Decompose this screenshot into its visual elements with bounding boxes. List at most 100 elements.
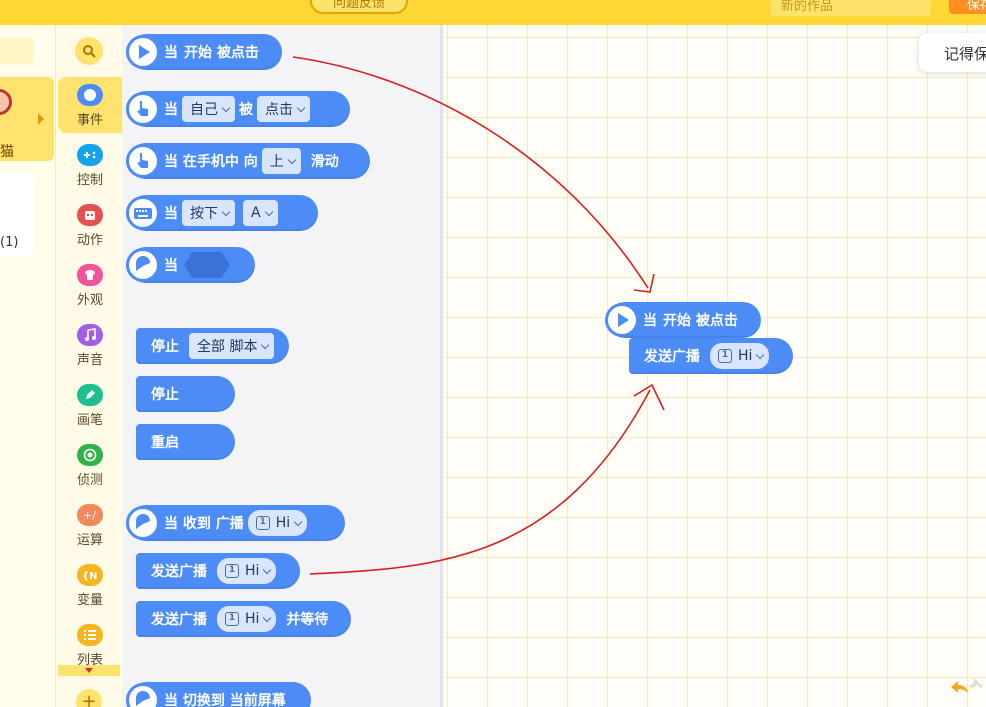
sprite-search-input[interactable] bbox=[0, 38, 34, 64]
feedback-button[interactable]: 问题反馈 bbox=[310, 0, 408, 14]
category-operators[interactable]: +/ 运算 bbox=[58, 497, 122, 553]
keyboard-icon bbox=[126, 196, 160, 230]
sprite-list-box[interactable]: (1) bbox=[0, 173, 34, 257]
add-extension-button[interactable]: + bbox=[76, 689, 102, 707]
block-text: 当 bbox=[164, 102, 178, 118]
category-label: 运算 bbox=[76, 533, 103, 548]
block-text: 当 bbox=[643, 313, 657, 329]
swipe-direction-dropdown[interactable]: 上 bbox=[261, 148, 301, 174]
save-reminder-toast: 记得保存 bbox=[919, 33, 986, 72]
category-label: 动作 bbox=[76, 233, 103, 248]
category-label: 控制 bbox=[76, 173, 103, 188]
script-when-start-clicked[interactable]: 当开始 被点击 bbox=[605, 302, 761, 338]
sprite-avatar bbox=[0, 89, 12, 115]
message-dropdown[interactable]: 1 Hi bbox=[217, 606, 277, 632]
search-icon bbox=[83, 45, 96, 58]
play-icon bbox=[605, 303, 639, 337]
block-text: 开始 被点击 bbox=[184, 45, 259, 61]
broadcast-icon bbox=[126, 683, 160, 707]
chevron-down-icon bbox=[296, 103, 306, 112]
chevron-down-icon bbox=[263, 565, 272, 574]
message-dropdown[interactable]: 1 Hi bbox=[217, 558, 277, 584]
category-label: 变量 bbox=[76, 593, 103, 608]
chevron-down-icon bbox=[293, 517, 303, 526]
play-icon bbox=[126, 35, 160, 69]
block-broadcast[interactable]: 发送广播 1 Hi bbox=[136, 553, 300, 589]
message-icon: 1 bbox=[255, 516, 270, 530]
block-text: 停止 bbox=[151, 387, 179, 403]
block-restart[interactable]: 重启 bbox=[136, 424, 235, 460]
chevron-down-icon bbox=[287, 155, 296, 164]
script-broadcast[interactable]: 发送广播 1 Hi bbox=[629, 338, 793, 374]
block-when-screen-switch[interactable]: 当 切换到 当前屏幕 bbox=[126, 682, 311, 707]
click-action-dropdown[interactable]: 点击 bbox=[257, 96, 310, 122]
block-text: 当 收到 广播 bbox=[164, 516, 244, 532]
motion-icon bbox=[77, 204, 103, 226]
block-when-sprite-clicked[interactable]: 当 自己 被 点击 bbox=[126, 91, 350, 127]
dropdown-value: 全部 脚本 bbox=[197, 339, 258, 355]
sprite-name: 猫 bbox=[0, 144, 14, 160]
block-stop-all[interactable]: 停止 全部 脚本 bbox=[136, 328, 289, 364]
key-state-dropdown[interactable]: 按下 bbox=[182, 200, 235, 226]
block-stop[interactable]: 停止 bbox=[136, 376, 235, 412]
block-text: 当 bbox=[164, 206, 178, 222]
sprite-target-dropdown[interactable]: 自己 bbox=[182, 96, 235, 122]
block-when-key[interactable]: 当 按下 A bbox=[126, 195, 318, 231]
block-text: 被 bbox=[239, 102, 253, 118]
dropdown-value: Hi bbox=[275, 515, 291, 531]
svg-text:+/: +/ bbox=[83, 509, 96, 522]
category-event[interactable]: 事件 bbox=[58, 77, 122, 133]
block-text: 发送广播 bbox=[644, 349, 700, 365]
block-when-condition[interactable]: 当 bbox=[126, 247, 255, 283]
operator-icon: +/ bbox=[77, 504, 103, 526]
message-icon: 1 bbox=[225, 612, 239, 626]
sensing-icon bbox=[77, 444, 103, 466]
project-name-input[interactable]: 新的作品 bbox=[771, 0, 931, 16]
condition-slot[interactable] bbox=[184, 252, 230, 278]
control-icon bbox=[77, 144, 103, 166]
block-text: 发送广播 bbox=[151, 612, 207, 628]
category-motion[interactable]: 动作 bbox=[58, 197, 122, 253]
chevron-down-icon bbox=[756, 350, 765, 359]
category-sound[interactable]: 声音 bbox=[58, 317, 122, 373]
block-text: 当 bbox=[164, 258, 178, 274]
save-button[interactable]: 保存 bbox=[949, 0, 986, 14]
message-icon: 1 bbox=[718, 349, 732, 363]
message-dropdown[interactable]: 1 Hi bbox=[247, 510, 308, 536]
block-text: 当 切换到 当前屏幕 bbox=[164, 693, 286, 707]
block-search-button[interactable] bbox=[75, 37, 103, 65]
category-looks[interactable]: 外观 bbox=[58, 257, 122, 313]
block-text: 重启 bbox=[151, 435, 179, 451]
sprite-card-selected[interactable]: 猫 bbox=[0, 77, 54, 161]
block-text: 开始 被点击 bbox=[663, 313, 738, 329]
chevron-down-icon bbox=[264, 207, 273, 216]
category-sensing[interactable]: 侦测 bbox=[58, 437, 122, 493]
category-pen[interactable]: 画笔 bbox=[58, 377, 122, 433]
category-scroll-down[interactable] bbox=[58, 665, 120, 676]
broadcast-icon bbox=[126, 506, 160, 540]
key-dropdown[interactable]: A bbox=[243, 200, 278, 226]
block-text: 停止 bbox=[151, 339, 179, 355]
block-when-swipe[interactable]: 当 在手机中 向 上 滑动 bbox=[126, 143, 370, 179]
category-label: 侦测 bbox=[76, 473, 103, 488]
stop-option-dropdown[interactable]: 全部 脚本 bbox=[189, 333, 275, 359]
tap-hand-icon bbox=[126, 92, 160, 126]
category-control[interactable]: 控制 bbox=[58, 137, 122, 193]
chevron-down-icon bbox=[261, 340, 270, 349]
category-variables[interactable]: {N} 变量 bbox=[58, 557, 122, 613]
undo-icon[interactable] bbox=[947, 678, 986, 698]
list-icon bbox=[77, 624, 103, 646]
caret-right-icon[interactable] bbox=[38, 113, 44, 125]
sprite-count: (1) bbox=[0, 235, 19, 250]
sprite-panel: 猫 (1) bbox=[0, 25, 55, 707]
block-when-receive[interactable]: 当 收到 广播 1 Hi bbox=[126, 505, 345, 541]
dropdown-value: Hi bbox=[245, 611, 260, 627]
message-dropdown[interactable]: 1 Hi bbox=[710, 343, 770, 369]
pen-icon bbox=[77, 384, 103, 406]
category-label: 画笔 bbox=[76, 413, 103, 428]
block-when-start-clicked[interactable]: 当开始 被点击 bbox=[126, 34, 282, 70]
message-icon: 1 bbox=[225, 564, 239, 578]
broadcast-icon bbox=[126, 248, 160, 282]
block-broadcast-and-wait[interactable]: 发送广播 1 Hi 并等待 bbox=[136, 601, 351, 637]
block-text: 发送广播 bbox=[151, 564, 207, 580]
